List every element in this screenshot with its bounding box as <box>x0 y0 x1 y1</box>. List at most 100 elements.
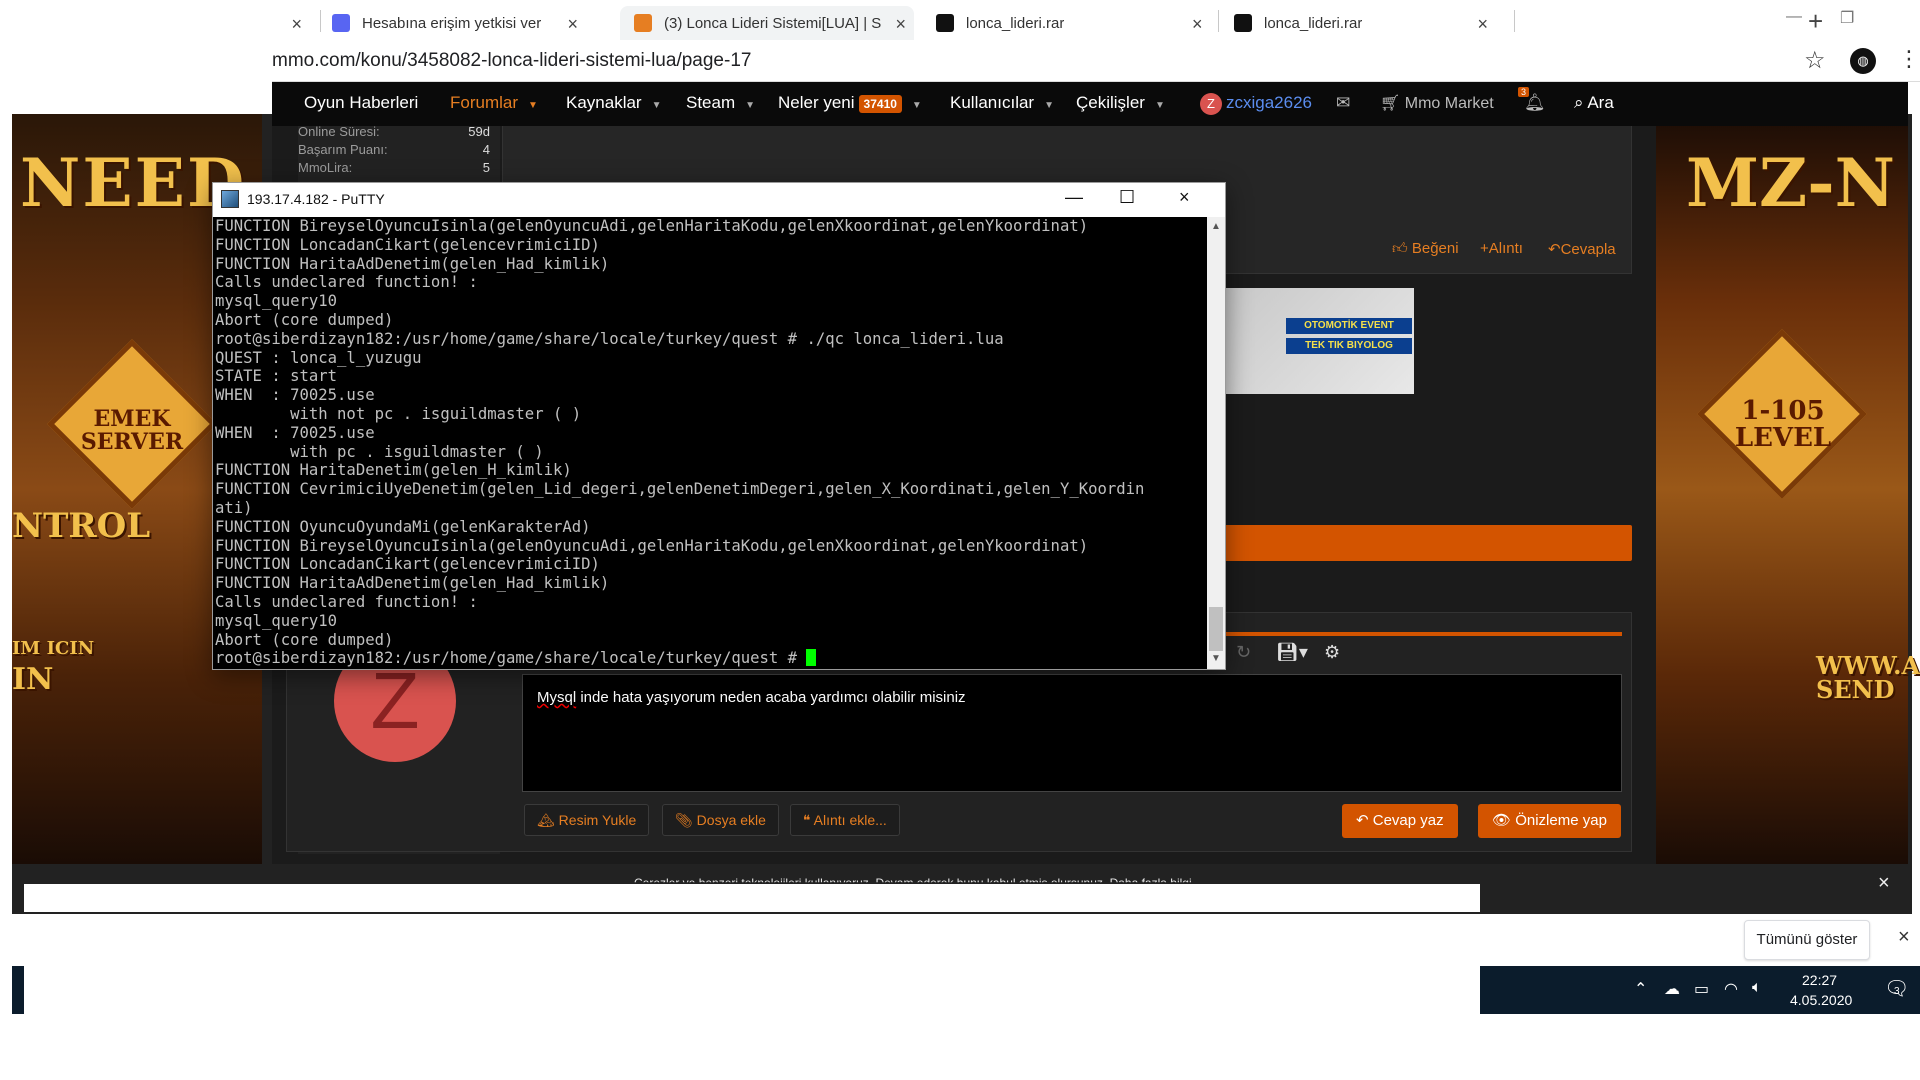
url-text[interactable]: mmo.com/konu/3458082-lonca-lideri-sistem… <box>272 50 751 72</box>
save-draft-icon[interactable]: 💾︎▾ <box>1276 642 1308 663</box>
post-reply-button[interactable]: ↶ Cevap yaz <box>1342 804 1458 838</box>
tab-mega-2[interactable]: lonca_lideri.rar × <box>1230 6 1496 40</box>
right-ad-banner[interactable]: MZ-N 1-105 LEVEL WWW.A SEND <box>1656 114 1920 864</box>
battery-icon[interactable]: ▭ <box>1694 979 1709 999</box>
terminal-line: FUNCTION BireyselOyuncuIsinla(gelenOyunc… <box>215 536 1089 555</box>
stat-label: Online Süresi: <box>298 124 380 139</box>
settings-gear-icon[interactable]: ⚙ <box>1324 642 1340 663</box>
nav-kullanicilar[interactable]: Kullanıcılar ▼ <box>950 93 1054 113</box>
terminal-line: WHEN : 70025.use <box>215 386 375 405</box>
like-button[interactable]: 👍︎ Beğeni <box>1392 240 1459 258</box>
tab-discord[interactable]: Hesabına erişim yetkisi ver × <box>330 6 586 40</box>
terminal-line: QUEST : lonca_l_yuzugu <box>215 348 422 367</box>
nav-label: Kullanıcılar <box>950 93 1035 112</box>
tab-separator <box>1218 10 1219 32</box>
nav-forumlar[interactable]: Forumlar ▼ <box>450 93 538 113</box>
like-label: Beğeni <box>1411 240 1459 257</box>
nav-cekilisler[interactable]: Çekilişler ▼ <box>1076 93 1165 113</box>
tab-0[interactable]: × <box>272 6 312 40</box>
volume-icon[interactable]: 🔈︎ <box>1752 979 1762 997</box>
restore-icon[interactable]: ❐ <box>1840 8 1854 28</box>
inline-ad[interactable]: OTOMOTİK EVENT TEK TIK BIYOLOG <box>1224 288 1414 394</box>
stat-value: 5 <box>482 160 490 175</box>
terminal-line: FUNCTION HaritaAdDenetim(gelen_Had_kimli… <box>215 574 610 593</box>
putty-titlebar[interactable]: 193.17.4.182 - PuTTY — ☐ × <box>213 183 1225 217</box>
orange-highlight-bar <box>1224 525 1632 561</box>
insert-quote-button[interactable]: ❝ Alıntı ekle... <box>790 804 900 836</box>
tab-close-icon[interactable]: × <box>895 14 906 35</box>
notice-close-icon[interactable]: × <box>1878 872 1890 895</box>
stat-value: 59d <box>468 124 490 139</box>
quote-button[interactable]: +Alıntı <box>1480 240 1523 257</box>
market-label: Mmo Market <box>1404 95 1494 112</box>
file-attach-label: Dosya ekle <box>696 812 766 828</box>
wifi-icon[interactable]: ◠ <box>1724 979 1738 999</box>
putty-scrollbar[interactable]: ▲ ▼ <box>1207 217 1225 669</box>
tab-separator <box>1514 10 1515 32</box>
alerts-bell-icon[interactable]: 🔔︎ 3 <box>1518 87 1546 113</box>
clock-time[interactable]: 22:27 <box>1802 972 1837 988</box>
post-reply-label: Cevap yaz <box>1372 812 1444 829</box>
notice-overlay <box>24 884 1480 912</box>
taskbar-edge <box>12 966 24 1014</box>
terminal-line: STATE : start <box>215 367 338 386</box>
terminal-prompt: root@siberdizayn182:/usr/home/game/share… <box>215 649 807 668</box>
bookmark-star-icon[interactable]: ☆ <box>1804 46 1826 75</box>
show-all-downloads-button[interactable]: Tümünü göster <box>1744 920 1870 960</box>
putty-minimize-icon[interactable]: — <box>1065 187 1083 208</box>
downloads-close-icon[interactable]: × <box>1898 926 1910 949</box>
terminal-line: Calls undeclared function! : <box>215 273 478 292</box>
clock-date[interactable]: 4.05.2020 <box>1790 992 1852 1008</box>
nav-market[interactable]: 🛒︎ Mmo Market <box>1380 93 1494 113</box>
stat-value: 4 <box>482 142 490 157</box>
nav-steam[interactable]: Steam ▼ <box>686 93 755 113</box>
terminal-prompt-line[interactable]: root@siberdizayn182:/usr/home/game/share… <box>213 649 1207 668</box>
notification-center-icon[interactable]: 🗨︎ 3 <box>1884 976 1909 1001</box>
scroll-down-icon[interactable]: ▼ <box>1211 653 1221 664</box>
scroll-up-icon[interactable]: ▲ <box>1211 221 1221 232</box>
tab-mmo-active[interactable]: (3) Lonca Lideri Sistemi[LUA] | Sa × <box>620 6 914 40</box>
putty-window[interactable]: 193.17.4.182 - PuTTY — ☐ × FUNCTION Bire… <box>212 182 1226 670</box>
reply-link[interactable]: ↶Cevapla <box>1548 240 1616 258</box>
address-bar[interactable]: mmo.com/konu/3458082-lonca-lideri-sistem… <box>272 40 1920 82</box>
banner-server-label: EMEK SERVER <box>80 406 184 456</box>
editor-text[interactable]: Mysql inde hata yaşıyorum neden acaba ya… <box>537 689 966 706</box>
file-attach-button[interactable]: 📎︎ Dosya ekle <box>662 804 779 836</box>
tab-close-icon[interactable]: × <box>567 14 578 35</box>
browser-menu-icon[interactable]: ⋮ <box>1898 46 1920 72</box>
mmo-icon <box>634 14 652 32</box>
image-upload-button[interactable]: 🏔︎ Resim Yukle <box>524 804 650 836</box>
reply-editor[interactable]: Mysql inde hata yaşıyorum neden acaba ya… <box>522 674 1622 792</box>
chevron-down-icon: ▼ <box>651 100 662 111</box>
tab-close-icon[interactable]: × <box>1192 14 1203 35</box>
stat-label: MmoLira: <box>298 160 353 175</box>
new-tab-button[interactable]: + <box>1808 6 1823 37</box>
tab-title: lonca_lideri.rar <box>966 14 1065 32</box>
nav-kaynaklar[interactable]: Kaynaklar ▼ <box>566 93 662 113</box>
nav-oyun-haberleri[interactable]: Oyun Haberleri <box>304 93 418 113</box>
onedrive-cloud-icon[interactable]: ☁ <box>1664 979 1680 999</box>
browser-tab-strip: × Hesabına erişim yetkisi ver × (3) Lonc… <box>272 0 1920 40</box>
discord-icon <box>332 14 350 32</box>
tab-close-icon[interactable]: × <box>291 14 302 35</box>
scroll-thumb[interactable] <box>1209 607 1223 651</box>
redo-icon[interactable]: ↻ <box>1236 642 1251 663</box>
windows-taskbar: ⌃ ☁ ▭ ◠ 🔈︎ 22:27 4.05.2020 🗨︎ 3 <box>1480 966 1920 1014</box>
nav-neler-yeni[interactable]: Neler yeni 37410 ▼ <box>778 93 922 113</box>
nav-search[interactable]: ⌕ Ara <box>1574 93 1614 113</box>
terminal-output[interactable]: FUNCTION BireyselOyuncuIsinla(gelenOyunc… <box>213 217 1207 669</box>
putty-maximize-icon[interactable]: ☐ <box>1119 187 1135 208</box>
preview-button[interactable]: 👁︎ Önizleme yap <box>1478 804 1621 838</box>
banner-level-label: 1-105 LEVEL <box>1734 396 1832 454</box>
chevron-down-icon: ▼ <box>745 100 756 111</box>
putty-close-icon[interactable]: × <box>1179 187 1190 208</box>
chevron-up-icon[interactable]: ⌃ <box>1634 979 1647 999</box>
inbox-envelope-icon[interactable]: ✉ <box>1336 93 1350 113</box>
terminal-line: FUNCTION LoncadanCikart(gelencevrimiciID… <box>215 235 600 254</box>
ad-line: OTOMOTİK EVENT <box>1286 318 1412 334</box>
nav-user[interactable]: Zzcxiga2626 <box>1200 93 1312 115</box>
minimize-icon[interactable]: — <box>1786 8 1802 26</box>
terminal-line: Calls undeclared function! : <box>215 592 478 611</box>
tab-close-icon[interactable]: × <box>1477 14 1488 35</box>
extension-icon[interactable]: ◍ <box>1850 48 1876 74</box>
